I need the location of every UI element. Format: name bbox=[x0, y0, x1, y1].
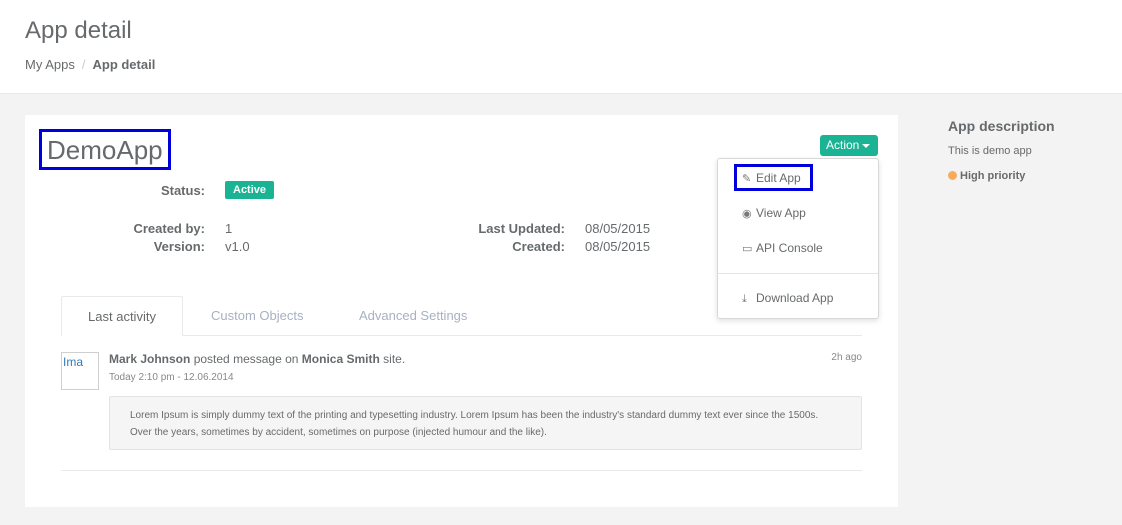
app-name-heading: DemoApp bbox=[39, 129, 171, 170]
priority-dot-icon bbox=[948, 171, 957, 180]
tab-advanced-settings[interactable]: Advanced Settings bbox=[359, 296, 467, 336]
created-by-label: Created by: bbox=[133, 221, 205, 236]
breadcrumb-current: App detail bbox=[92, 57, 156, 72]
avatar-alt-text: Ima bbox=[63, 355, 84, 369]
activity-message: Lorem Ipsum is simply dummy text of the … bbox=[109, 396, 862, 450]
app-description-text: This is demo app bbox=[948, 145, 1032, 157]
menu-item-label: API Console bbox=[756, 241, 823, 255]
app-detail-panel: DemoApp Status: Active Created by: 1 Ver… bbox=[25, 115, 898, 507]
menu-item-edit-app[interactable]: ✎ Edit App bbox=[734, 164, 813, 191]
breadcrumb-link-my-apps[interactable]: My Apps bbox=[25, 57, 75, 72]
menu-item-label: Edit App bbox=[756, 171, 801, 185]
activity-summary: Mark Johnson posted message on Monica Sm… bbox=[109, 352, 405, 366]
priority-label: High priority bbox=[960, 170, 1026, 182]
app-description-title: App description bbox=[948, 118, 1055, 134]
action-dropdown-menu: ✎ Edit App ◉ View App ▭ API Console ⤓ Downlo… bbox=[717, 158, 879, 319]
activity-target-suffix: site. bbox=[383, 352, 406, 366]
created-by-value: 1 bbox=[225, 221, 233, 236]
last-updated-value: 08/05/2015 bbox=[585, 221, 651, 236]
status-label: Status: bbox=[160, 183, 205, 198]
priority-indicator: High priority bbox=[948, 170, 1025, 182]
last-updated-label: Last Updated: bbox=[478, 221, 565, 236]
action-button-label: Action bbox=[826, 138, 860, 152]
edit-icon: ✎ bbox=[742, 173, 752, 185]
menu-divider bbox=[718, 273, 878, 274]
activity-timestamp: Today 2:10 pm - 12.06.2014 bbox=[109, 372, 234, 383]
eye-icon: ◉ bbox=[742, 208, 752, 220]
action-dropdown-button[interactable]: Action bbox=[820, 135, 878, 156]
feed-divider bbox=[61, 470, 862, 471]
breadcrumb-separator: / bbox=[81, 57, 86, 72]
version-value: v1.0 bbox=[225, 239, 250, 254]
avatar[interactable]: Ima bbox=[61, 352, 99, 390]
download-icon: ⤓ bbox=[742, 293, 747, 305]
caret-down-icon bbox=[862, 143, 871, 148]
menu-item-view-app[interactable]: ◉ View App bbox=[742, 206, 806, 220]
tab-last-activity[interactable]: Last activity bbox=[61, 296, 183, 336]
created-label: Created: bbox=[512, 239, 565, 254]
activity-action: posted message on bbox=[193, 352, 299, 366]
menu-item-label: Download App bbox=[756, 291, 834, 305]
menu-item-download-app[interactable]: ⤓ Download App bbox=[742, 291, 833, 306]
breadcrumb: My Apps / App detail bbox=[25, 57, 155, 72]
page-header: App detail My Apps / App detail bbox=[0, 0, 1122, 94]
page-title: App detail bbox=[25, 17, 132, 44]
monitor-icon: ▭ bbox=[742, 243, 753, 255]
created-value: 08/05/2015 bbox=[585, 239, 651, 254]
activity-time-ago: 2h ago bbox=[831, 352, 862, 363]
activity-target[interactable]: Monica Smith bbox=[302, 352, 380, 366]
activity-user[interactable]: Mark Johnson bbox=[109, 352, 190, 366]
status-badge: Active bbox=[225, 181, 275, 199]
menu-item-label: View App bbox=[756, 206, 806, 220]
tab-custom-objects[interactable]: Custom Objects bbox=[211, 296, 303, 336]
version-label: Version: bbox=[153, 239, 205, 254]
menu-item-api-console[interactable]: ▭ API Console bbox=[742, 241, 823, 255]
